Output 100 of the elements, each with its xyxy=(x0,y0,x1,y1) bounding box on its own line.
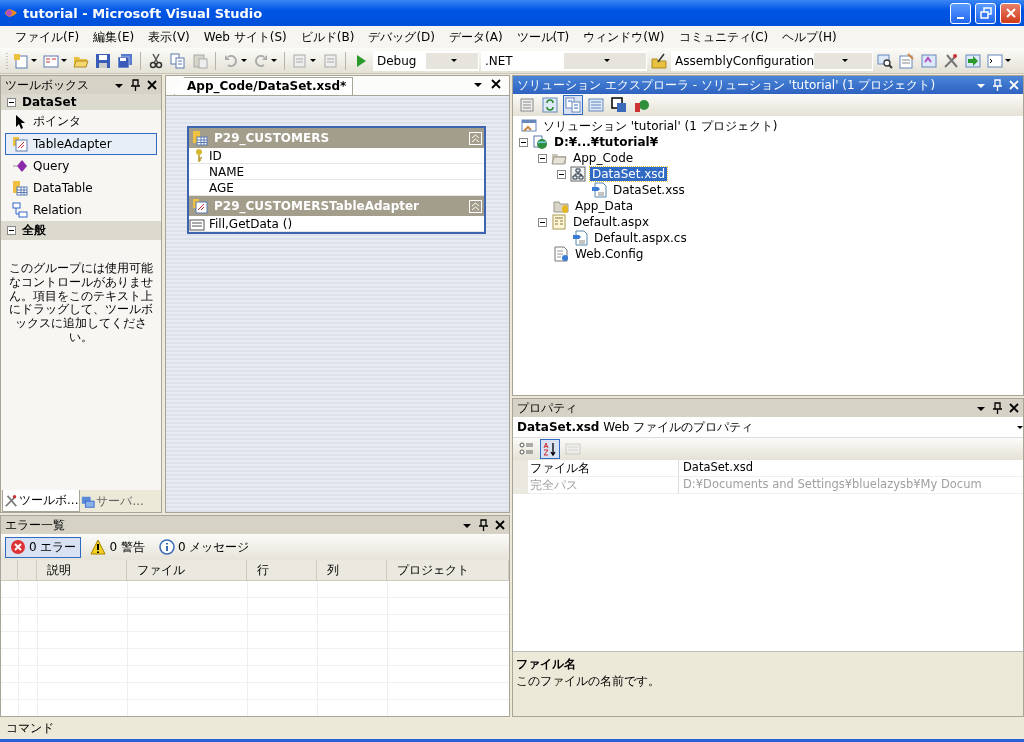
close-button[interactable] xyxy=(1000,2,1021,24)
group-header[interactable]: 全般 xyxy=(22,222,46,239)
menu-item[interactable]: コミュニティ(C) xyxy=(671,26,776,48)
key-icon xyxy=(194,148,204,163)
caret-icon xyxy=(450,57,457,64)
filter-button[interactable]: 0 警告 xyxy=(85,536,150,558)
code-file-icon xyxy=(572,230,588,246)
menu-item[interactable]: 表示(V) xyxy=(141,26,197,48)
panel-tab[interactable]: サーバ... xyxy=(80,491,145,512)
empty-group-message: このグループには使用可能なコントロールがありません。項目をこのテキスト上にドラッグして、ツールボックスに追加してください。 xyxy=(8,260,154,345)
data-folder-icon xyxy=(553,198,569,214)
configuration-dropdown[interactable]: Debug xyxy=(373,50,479,71)
pin-icon[interactable] xyxy=(130,79,141,91)
group-toggle[interactable] xyxy=(7,226,16,235)
filter-button[interactable]: 0 エラー xyxy=(5,536,82,558)
arrow-right-icon[interactable] xyxy=(965,52,981,69)
menu-item[interactable]: Web サイト(S) xyxy=(196,26,294,48)
command-label[interactable]: コマンド xyxy=(6,719,54,737)
window-title: tutorial - Microsoft Visual Studio xyxy=(23,5,264,21)
pane-title: ソリューション エクスプローラ - ソリューション 'tutorial' (1 プロジェクト) xyxy=(517,76,937,94)
find-icon[interactable] xyxy=(877,52,893,69)
pin-icon[interactable] xyxy=(992,402,1003,414)
property-value[interactable]: DataSet.xsd xyxy=(678,460,1023,477)
tree-item[interactable]: ソリューション 'tutorial' (1 プロジェクト) xyxy=(541,117,780,135)
description-text: このファイルの名前です。 xyxy=(516,673,661,690)
property-name[interactable]: ファイル名 xyxy=(528,460,678,477)
column-row[interactable]: NAME xyxy=(189,164,484,180)
collapse-icon[interactable] xyxy=(469,199,482,213)
pane-title: プロパティ xyxy=(517,399,578,417)
caret-icon[interactable] xyxy=(1005,57,1011,64)
tree-item[interactable]: Web.Config xyxy=(573,247,646,261)
close-icon[interactable] xyxy=(495,519,505,531)
restore-button[interactable] xyxy=(975,2,996,24)
group-toggle[interactable] xyxy=(7,97,16,107)
caret-icon[interactable] xyxy=(241,57,247,64)
close-icon[interactable] xyxy=(491,78,501,90)
menu-item[interactable]: ツール(T) xyxy=(509,26,577,48)
column-row[interactable]: ID xyxy=(189,148,484,164)
toolbox-item[interactable]: ポインタ xyxy=(5,110,157,133)
column-header[interactable]: 説明 xyxy=(37,560,127,581)
caret-icon[interactable] xyxy=(31,57,37,64)
save-icon[interactable] xyxy=(95,52,111,69)
properties-window-icon[interactable] xyxy=(899,52,915,69)
column-header[interactable]: ファイル xyxy=(127,560,247,581)
menu-item[interactable]: ウィンドウ(W) xyxy=(576,26,672,48)
tree-item[interactable]: DataSet.xsd xyxy=(590,167,668,181)
tree-item[interactable]: D:¥...¥tutorial¥ xyxy=(552,135,660,149)
tree-item[interactable]: App_Data xyxy=(573,199,636,213)
close-icon[interactable] xyxy=(147,79,157,91)
menu-item[interactable]: データ(A) xyxy=(442,26,510,48)
expander[interactable] xyxy=(557,169,566,179)
column-name: ID xyxy=(209,148,222,163)
document-tab[interactable]: App_Code/DataSet.xsd* xyxy=(174,77,354,95)
adapter-name: P29_CUSTOMERSTableAdapter xyxy=(214,199,421,213)
table-node[interactable]: P29_CUSTOMERS ID NAME AGE P29_CUSTOMERSTableAdapter Fill,GetData () xyxy=(187,126,486,234)
menu-item[interactable]: ファイル(F) xyxy=(8,26,87,48)
close-icon xyxy=(1004,7,1017,19)
toolbox-item[interactable]: Relation xyxy=(5,199,157,221)
expander[interactable] xyxy=(538,217,547,227)
menu-item[interactable]: 編集(E) xyxy=(86,26,142,48)
caret-icon xyxy=(1017,423,1023,431)
collapse-icon[interactable] xyxy=(469,131,482,145)
save-all-icon[interactable] xyxy=(117,52,133,69)
tree-item[interactable]: Default.aspx xyxy=(571,215,651,229)
column-header[interactable]: 行 xyxy=(247,560,317,581)
column-header[interactable]: プロジェクト xyxy=(387,560,509,581)
menu-item[interactable]: ビルド(B) xyxy=(293,26,362,48)
tree-item[interactable]: Default.aspx.cs xyxy=(592,231,689,245)
caret-icon[interactable] xyxy=(61,57,67,64)
platform-dropdown[interactable]: .NET xyxy=(481,50,647,71)
column-header[interactable]: 列 xyxy=(317,560,387,581)
startup-dropdown[interactable]: AssemblyConfiguration xyxy=(671,50,873,71)
column-name: NAME xyxy=(209,164,245,179)
tree-item[interactable]: DataSet.xss xyxy=(611,183,687,197)
expander[interactable] xyxy=(538,153,547,163)
panel-tab[interactable]: ツールボ... xyxy=(2,490,81,512)
toolbox-item[interactable]: DataTable xyxy=(5,177,157,199)
tree-item[interactable]: App_Code xyxy=(571,151,636,165)
cut-icon[interactable] xyxy=(148,52,164,69)
grip-icon xyxy=(6,51,9,70)
tools-icon[interactable] xyxy=(943,52,959,69)
data-table-icon xyxy=(192,130,208,146)
folder-wand-icon[interactable] xyxy=(651,52,667,69)
menu-item[interactable]: ヘルプ(H) xyxy=(775,26,844,48)
restore-icon xyxy=(979,7,992,19)
copy-icon[interactable] xyxy=(170,52,186,69)
pin-icon[interactable] xyxy=(478,519,489,531)
caret-icon xyxy=(603,57,610,64)
filter-button[interactable]: 0 メッセージ xyxy=(153,536,255,558)
caret-icon[interactable] xyxy=(310,57,316,64)
minimize-button[interactable] xyxy=(950,2,971,24)
toolbox-item[interactable]: Query xyxy=(5,155,157,177)
caret-icon[interactable] xyxy=(271,57,277,64)
close-icon[interactable] xyxy=(1009,402,1019,414)
query-name[interactable]: Fill,GetData () xyxy=(205,216,293,231)
globe-page-icon xyxy=(532,134,548,150)
expander[interactable] xyxy=(519,137,528,147)
minus-icon xyxy=(8,227,15,234)
menu-item[interactable]: デバッグ(D) xyxy=(361,26,442,48)
toolbox-item[interactable]: TableAdapter xyxy=(5,133,157,155)
